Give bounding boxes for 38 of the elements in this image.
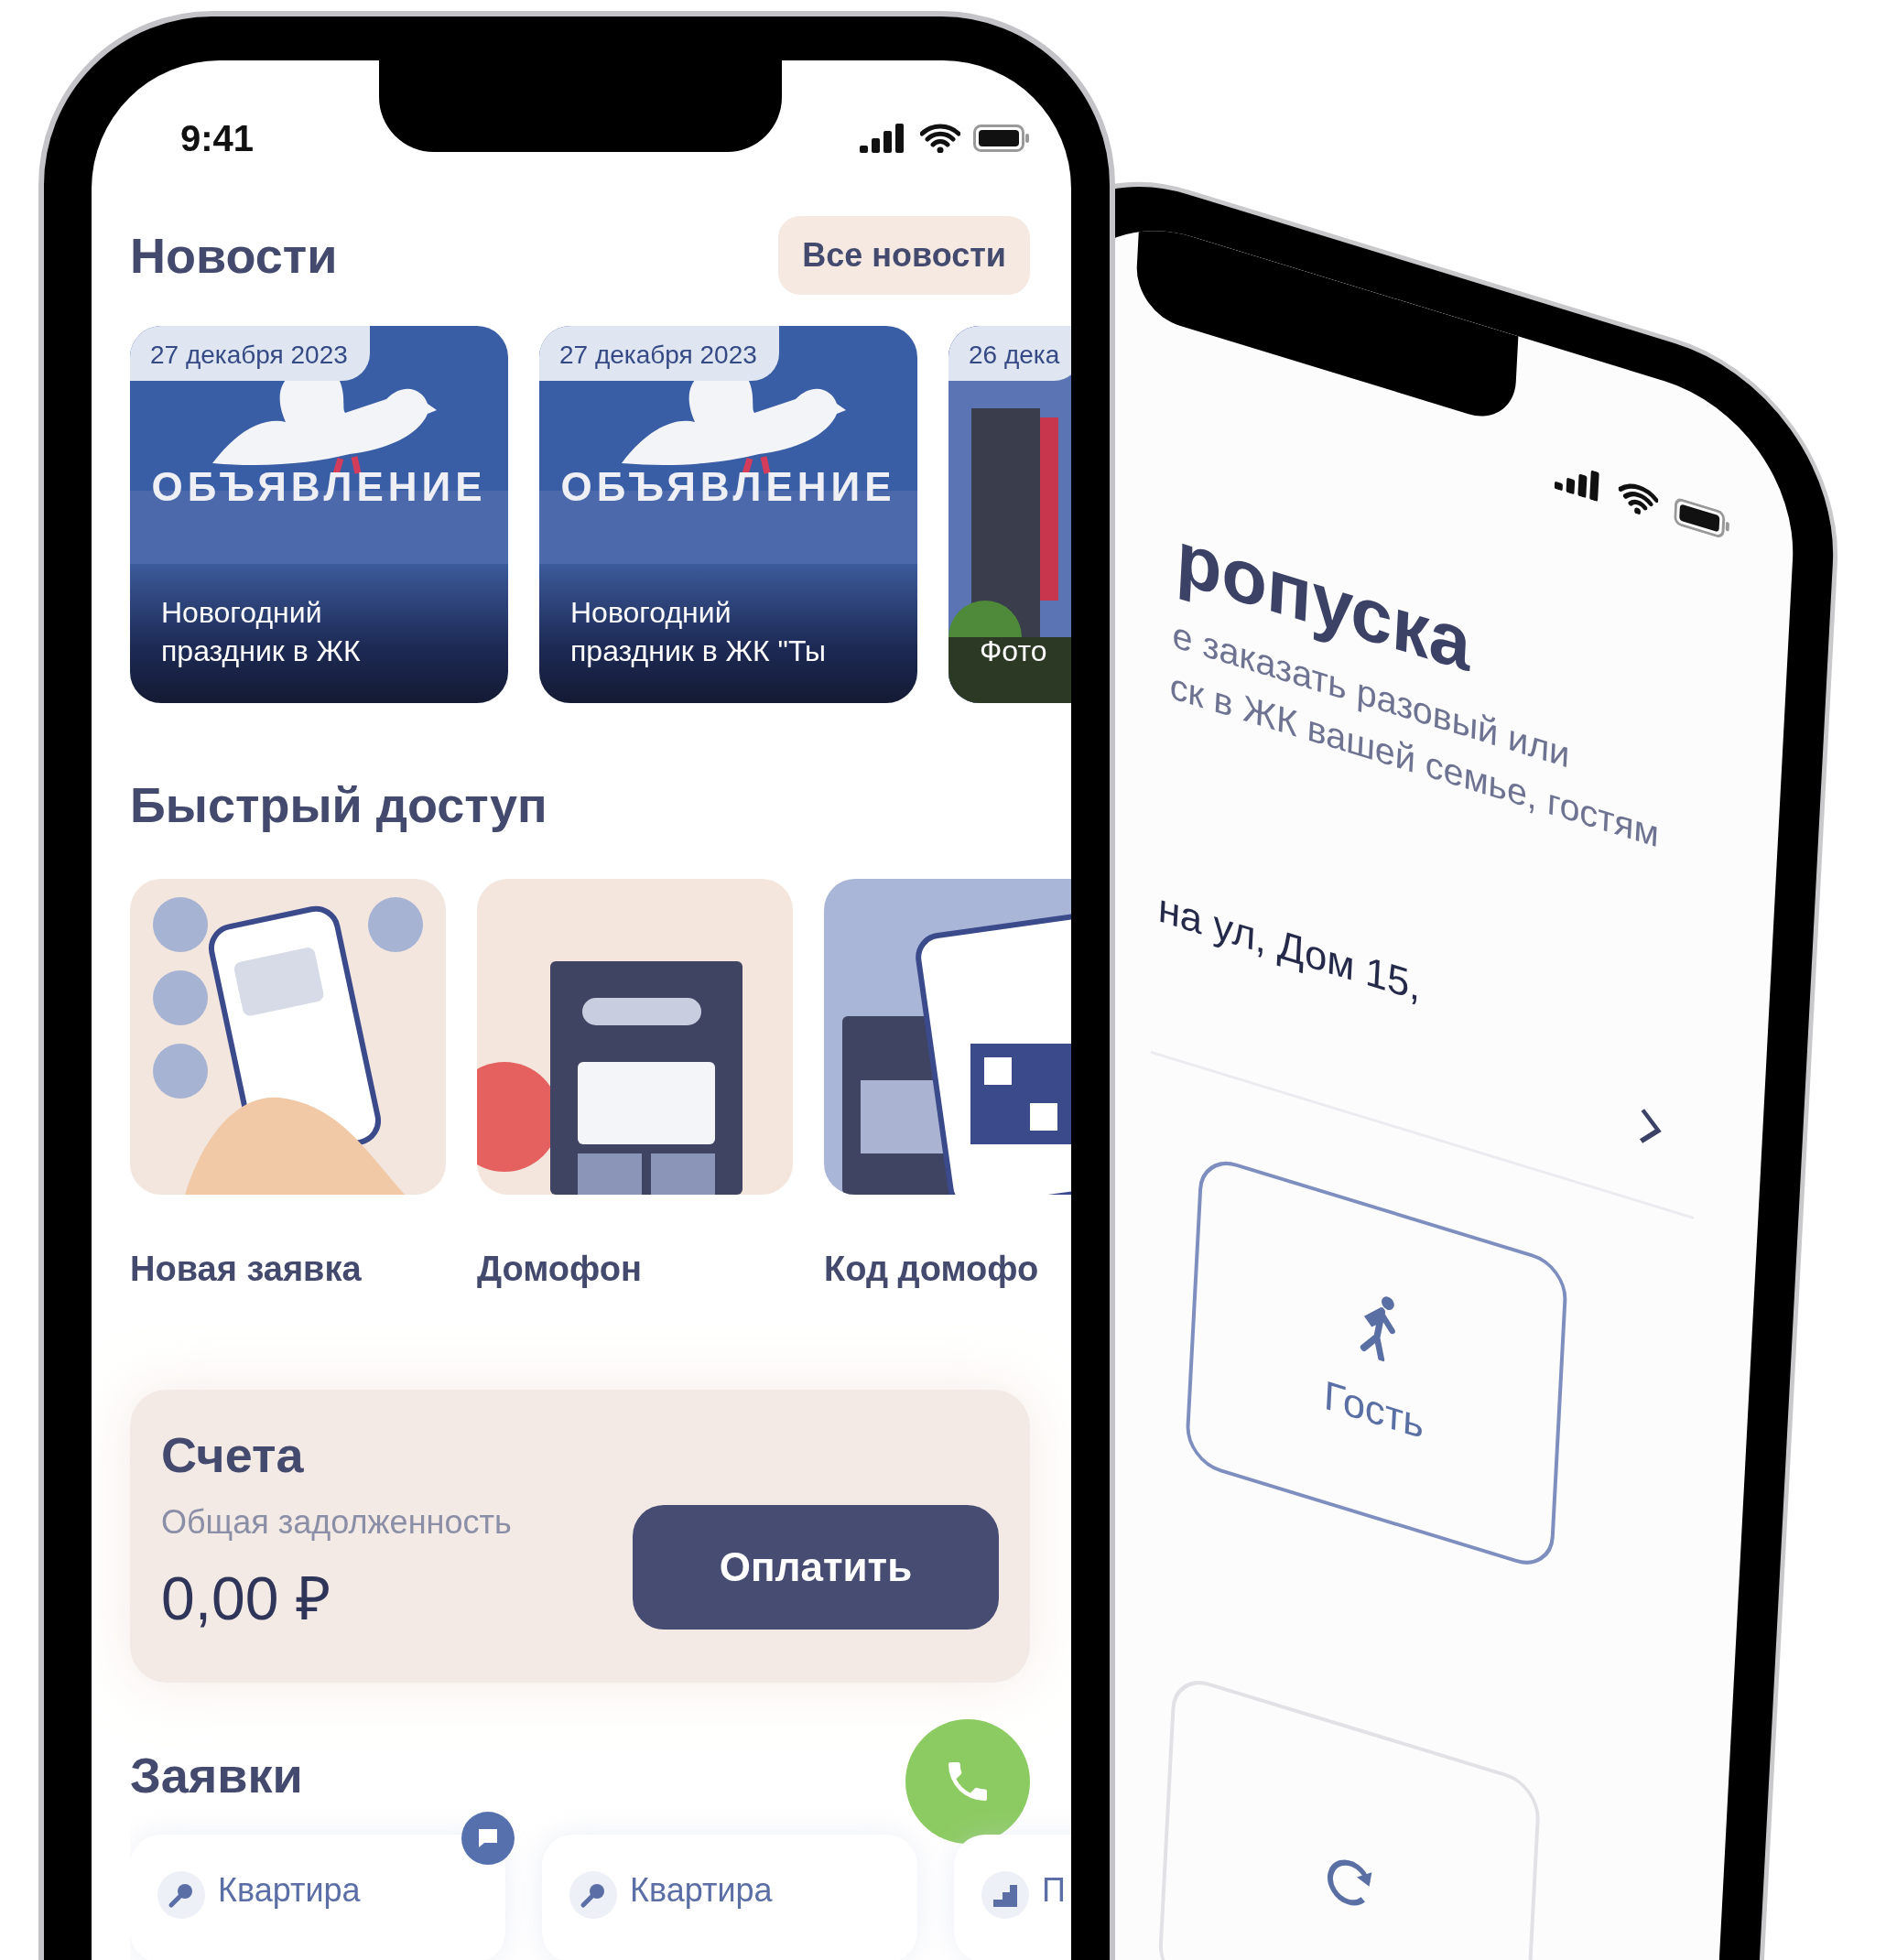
- status-time: 9:41: [180, 117, 255, 159]
- section-title: Быстрый доступ: [130, 776, 547, 833]
- news-date: 27 декабря 2023: [539, 326, 779, 381]
- request-category: П: [1042, 1871, 1066, 1910]
- news-date: 27 декабря 2023: [130, 326, 370, 381]
- pay-button[interactable]: Оплатить: [633, 1505, 999, 1630]
- all-news-button[interactable]: Все новости: [778, 216, 1030, 295]
- request-card[interactable]: Квартира: [542, 1835, 917, 1960]
- intercom-illustration[interactable]: [477, 879, 793, 1195]
- news-title: Новогодний праздник в ЖК: [160, 595, 362, 669]
- battery-icon: [973, 125, 1030, 152]
- news-title: Фото: [979, 633, 1048, 669]
- debt-amount: 0,00 ₽: [161, 1564, 331, 1634]
- phone-in-hand-illustration[interactable]: [130, 879, 446, 1195]
- quick-access-label: Код домофо: [824, 1250, 1040, 1289]
- news-card[interactable]: 26 дека Фото: [948, 326, 1071, 703]
- section-title: Новости: [130, 227, 338, 284]
- wifi-icon: [920, 124, 960, 153]
- request-card[interactable]: П: [954, 1835, 1071, 1960]
- chat-icon[interactable]: [461, 1812, 515, 1865]
- news-date: 26 дека: [948, 326, 1071, 381]
- debt-label: Общая задолженность: [161, 1503, 513, 1542]
- news-card[interactable]: 27 декабря 2023 ОБЪЯВЛЕНИЕ Новогодний праздник в ЖК "Ты: [539, 326, 917, 703]
- request-category: Квартира: [218, 1871, 361, 1910]
- key-icon: [168, 1881, 195, 1909]
- key-icon: [580, 1881, 607, 1909]
- address-text: на ул, Дом 15,: [1156, 883, 1422, 1011]
- news-banner-text: ОБЪЯВЛЕНИЕ: [559, 464, 897, 510]
- news-title: Новогодний праздник в ЖК "Ты: [569, 595, 828, 669]
- section-title: Заявки: [130, 1747, 303, 1803]
- qr-code-phone-illustration[interactable]: [824, 879, 1071, 1195]
- quick-access-label: Домофон: [477, 1250, 643, 1289]
- request-card[interactable]: Квартира: [130, 1835, 505, 1960]
- news-banner-text: ОБЪЯВЛЕНИЕ: [150, 464, 488, 510]
- request-category: Квартира: [630, 1871, 773, 1910]
- bills-title: Счета: [161, 1426, 305, 1483]
- quick-access-label: Новая заявка: [130, 1250, 363, 1289]
- news-card[interactable]: 27 декабря 2023 ОБЪЯВЛЕНИЕ Новогодний праздник в ЖК: [130, 326, 508, 703]
